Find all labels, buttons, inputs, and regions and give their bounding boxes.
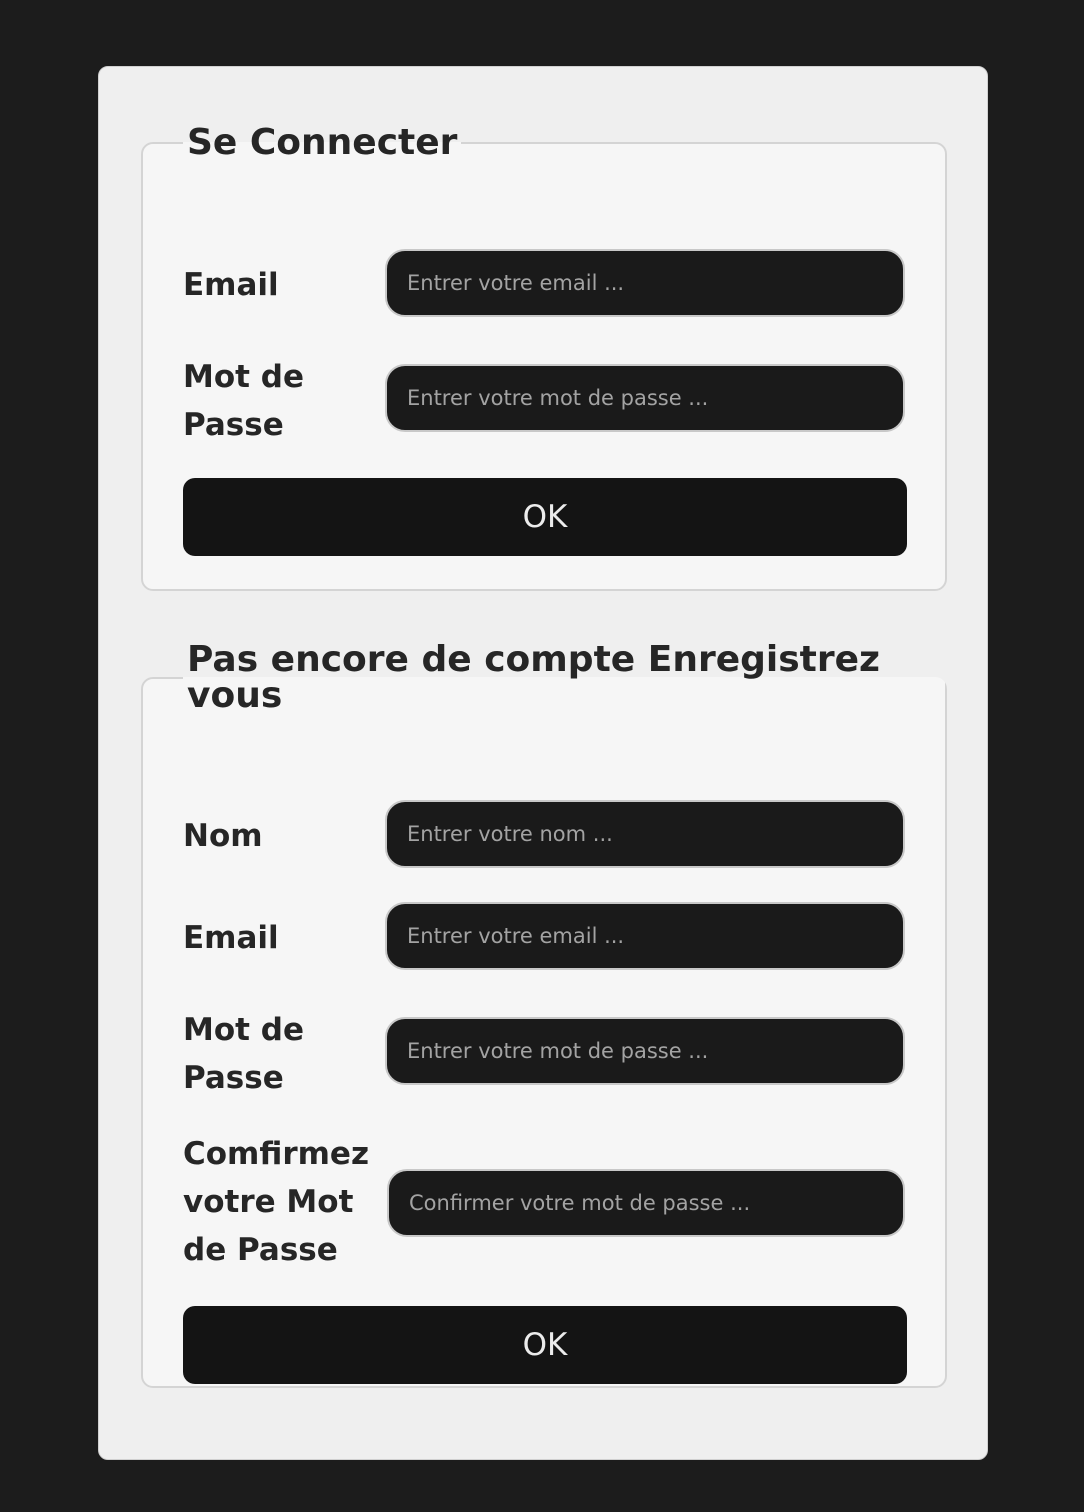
register-password-label: Mot de Passe <box>183 1012 304 1096</box>
register-confirm-label: Comfirmez votre Mot de Passe <box>183 1136 369 1268</box>
login-email-label: Email <box>183 267 279 303</box>
login-body: Email Mot de Passe OK <box>143 161 945 589</box>
register-name-input[interactable] <box>385 800 905 868</box>
login-password-input[interactable] <box>385 364 905 432</box>
register-confirm-input[interactable] <box>387 1169 905 1237</box>
login-email-input[interactable] <box>385 249 905 317</box>
register-ok-button[interactable]: OK <box>183 1306 907 1384</box>
register-fieldset: Pas encore de compte Enregistrez vous No… <box>141 642 947 1388</box>
login-ok-button[interactable]: OK <box>183 478 907 556</box>
register-email-input[interactable] <box>385 902 905 970</box>
register-body: Nom Email Mot de Passe Comfirmez votre M… <box>143 714 945 1386</box>
forms-panel: Se Connecter Email Mot de Passe OK Pas e… <box>98 66 988 1460</box>
register-name-label: Nom <box>183 818 263 854</box>
register-email-label: Email <box>183 920 279 956</box>
login-title: Se Connecter <box>187 122 458 163</box>
login-fieldset: Se Connecter Email Mot de Passe OK <box>141 125 947 591</box>
login-password-label: Mot de Passe <box>183 359 304 443</box>
register-title: Pas encore de compte Enregistrez vous <box>187 639 880 716</box>
register-password-input[interactable] <box>385 1017 905 1085</box>
